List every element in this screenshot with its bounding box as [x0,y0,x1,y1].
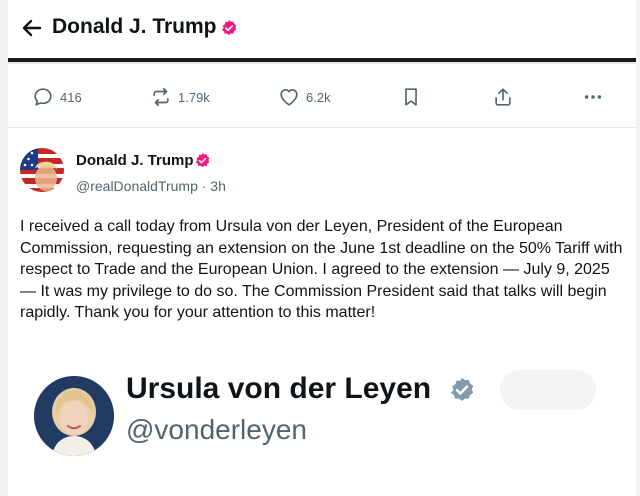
post-page: Donald J. Trump 416 1.79k 6.2k Donald J.… [8,0,636,496]
tweet-text: I received a call today from Ursula von … [20,218,623,321]
top-header: Donald J. Trump [8,0,636,62]
reply-count: 416 [60,89,82,105]
repost-icon [153,87,169,107]
like-count: 6.2k [306,89,331,105]
back-arrow-icon[interactable] [20,16,44,40]
repost-count: 1.79k [178,89,210,105]
embedded-profile-image: Ursula von der Leyen @vonderleyen [20,360,626,496]
like-icon [280,89,298,106]
reply-button[interactable]: 416 [32,86,82,108]
repost-button[interactable]: 1.79k [150,86,210,108]
embed-avatar [34,376,114,456]
author-name[interactable]: Donald J. Trump [76,152,194,169]
engagement-bar: 416 1.79k 6.2k [8,66,636,128]
share-icon [495,88,511,106]
embed-profile-handle: @vonderleyen [126,414,307,445]
embed-profile-name: Ursula von der Leyen [126,372,432,405]
header-title: Donald J. Trump [52,15,217,38]
share-button[interactable] [492,86,514,108]
embed-faded-button [500,370,596,410]
verified-badge-icon [195,153,210,168]
more-icon [584,95,602,99]
embed-avatar-image [34,376,114,456]
reply-icon [34,88,52,106]
verified-badge-icon [450,377,474,401]
author-avatar[interactable] [20,148,64,192]
bookmark-button[interactable] [400,86,422,108]
author-handle-time: @realDonaldTrump · 3h [76,178,226,194]
like-button[interactable]: 6.2k [278,86,331,108]
verified-badge-icon [221,20,237,35]
more-options-button[interactable] [582,86,604,108]
bookmark-icon [405,88,417,106]
avatar-image [20,148,64,192]
